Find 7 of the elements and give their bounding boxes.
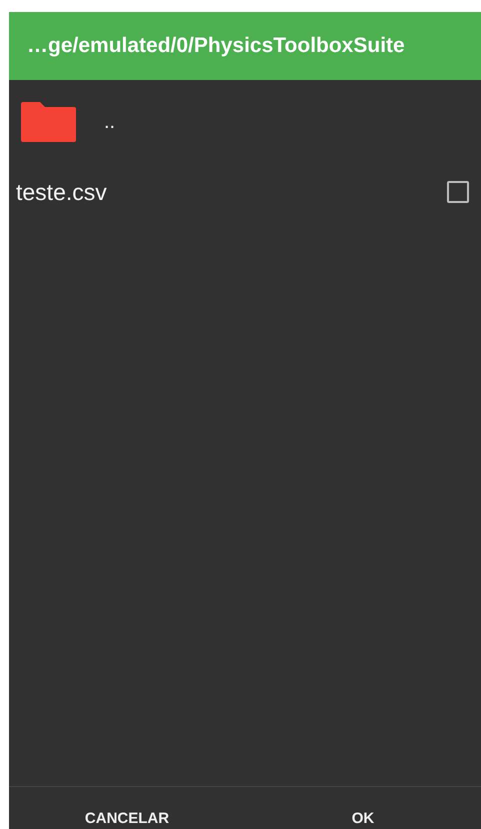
checkbox[interactable] xyxy=(447,181,469,203)
folder-path: …ge/emulated/0/PhysicsToolboxSuite xyxy=(27,34,405,58)
cancel-button[interactable]: CANCELAR xyxy=(9,787,245,829)
file-name[interactable]: teste.csv xyxy=(16,178,447,206)
ok-button[interactable]: OK xyxy=(245,787,481,829)
folder-name[interactable]: .. xyxy=(104,110,481,134)
folder-icon xyxy=(21,102,76,142)
